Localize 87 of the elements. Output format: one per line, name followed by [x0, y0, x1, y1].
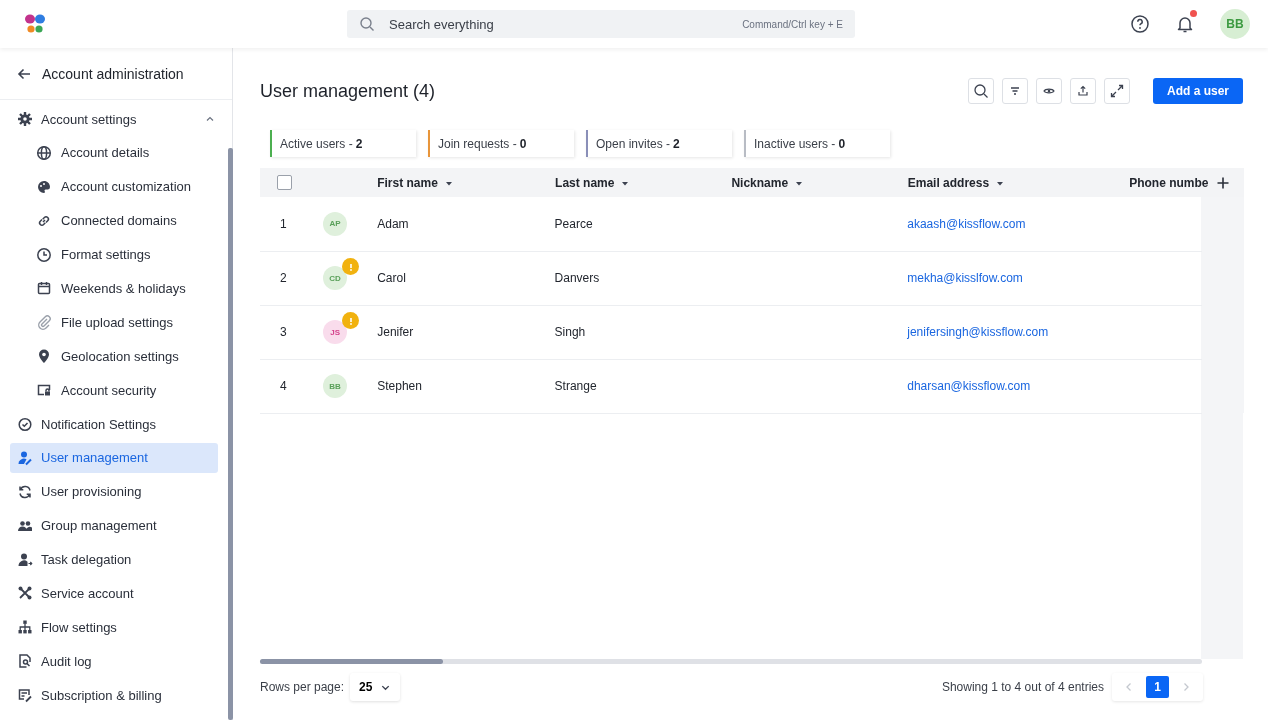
- nav-item[interactable]: Service account: [10, 578, 218, 609]
- export-button[interactable]: [1070, 78, 1096, 104]
- globe-icon: [36, 144, 52, 161]
- scrollbar[interactable]: [228, 148, 233, 720]
- nav-item[interactable]: Account customization: [10, 171, 218, 202]
- table-cell: Strange: [554, 379, 597, 393]
- location-pin-icon: [36, 348, 52, 365]
- filter-tab[interactable]: Open invites - 2: [586, 130, 732, 157]
- nav-item[interactable]: Account settings: [10, 104, 218, 134]
- add-user-button[interactable]: Add a user: [1153, 78, 1243, 104]
- add-column-icon: [1216, 175, 1231, 190]
- nav-item[interactable]: Account security: [10, 375, 218, 406]
- horizontal-scrollbar[interactable]: [260, 659, 1202, 664]
- user-avatar: AP: [323, 211, 348, 236]
- table-cell: Adam: [377, 216, 409, 231]
- page-title: User management (4): [260, 80, 436, 102]
- butterfly-logo[interactable]: [23, 12, 47, 36]
- nav-item[interactable]: Audit log: [10, 646, 218, 677]
- expand-icon: [1110, 84, 1124, 98]
- filter-tab[interactable]: Active users - 2: [270, 130, 416, 157]
- nav-item[interactable]: Connected domains: [10, 205, 218, 236]
- user-edit-icon: [17, 449, 33, 466]
- email-link[interactable]: mekha@kisslfow.com: [907, 271, 1023, 285]
- search-input[interactable]: Search everything: [389, 16, 729, 32]
- filter-tab[interactable]: Join requests - 0: [428, 130, 574, 157]
- rows-per-page-label: Rows per page:: [260, 680, 345, 694]
- nav-item[interactable]: Flow settings: [10, 612, 218, 643]
- user-avatar: BB: [323, 374, 348, 398]
- nav-item[interactable]: File upload settings: [10, 307, 218, 338]
- table-cell: Stephen: [377, 379, 422, 393]
- expand-button[interactable]: [1104, 78, 1130, 104]
- upload-icon: [1077, 85, 1089, 97]
- user-avatar: JS: [323, 320, 348, 344]
- table-cell: Singh: [554, 325, 586, 339]
- row-number: 4: [280, 379, 287, 393]
- entries-summary: Showing 1 to 4 out of 4 entries: [941, 680, 1104, 694]
- scrollbar-thumb[interactable]: [260, 659, 443, 664]
- nav-item[interactable]: Task delegation: [10, 544, 218, 575]
- nav-item[interactable]: Format settings: [10, 239, 218, 270]
- row-number: 2: [280, 271, 287, 285]
- nav-item[interactable]: Geolocation settings: [10, 341, 218, 372]
- palette-icon: [36, 178, 52, 195]
- column-header[interactable]: Phone numbe: [1129, 175, 1209, 190]
- filter-icon: [1009, 85, 1021, 97]
- row-number: 3: [280, 325, 287, 339]
- select-all-checkbox[interactable]: [277, 175, 292, 190]
- nav-item[interactable]: Subscription & billing: [10, 680, 218, 711]
- document-search-icon: [17, 653, 33, 670]
- table-cell: Danvers: [554, 271, 600, 285]
- row-number: 1: [280, 216, 287, 231]
- page-button[interactable]: 1: [1146, 676, 1169, 698]
- tools-icon: [17, 585, 33, 602]
- sidebar-title: Account administration: [42, 65, 184, 82]
- paperclip-icon: [36, 314, 52, 331]
- rows-per-page-select[interactable]: 25: [350, 673, 401, 701]
- receipt-icon: [17, 687, 33, 704]
- nav-item[interactable]: Weekends & holidays: [10, 273, 218, 304]
- user-avatar: CD: [323, 266, 348, 290]
- user-arrow-icon: [17, 551, 33, 568]
- check-circle-icon: [17, 416, 33, 432]
- nav-item[interactable]: Account details: [10, 137, 218, 168]
- search-icon: [973, 83, 989, 99]
- shortcut-hint: Command/Ctrl key + E: [742, 18, 843, 30]
- screen-lock-icon: [36, 382, 52, 399]
- calendar-icon: [36, 280, 52, 297]
- help-icon[interactable]: [1130, 14, 1150, 34]
- hierarchy-icon: [17, 619, 33, 636]
- view-button[interactable]: [1036, 78, 1062, 104]
- table-cell: Pearce: [554, 216, 593, 231]
- filter-tab[interactable]: Inactive users - 0: [744, 130, 890, 157]
- refresh-icon: [17, 483, 33, 500]
- table-cell: Carol: [377, 271, 406, 285]
- bell-icon[interactable]: [1175, 14, 1195, 34]
- nav-item[interactable]: Group management: [10, 510, 218, 541]
- search-button[interactable]: [968, 78, 994, 104]
- email-link[interactable]: jenifersingh@kissflow.com: [907, 325, 1049, 339]
- table-cell: Jenifer: [377, 325, 414, 339]
- nav-item[interactable]: User management: [10, 442, 218, 473]
- search-bar[interactable]: Search everything Command/Ctrl key + E: [347, 10, 855, 38]
- filter-button[interactable]: [1002, 78, 1028, 104]
- search-icon: [359, 16, 375, 32]
- email-link[interactable]: dharsan@kissflow.com: [907, 379, 1031, 393]
- email-link[interactable]: akaash@kissflow.com: [907, 216, 1026, 231]
- gear-icon: [17, 111, 33, 127]
- nav-item[interactable]: Notification Settings: [10, 409, 218, 439]
- clock-icon: [36, 246, 52, 263]
- nav-item[interactable]: User provisioning: [10, 476, 218, 507]
